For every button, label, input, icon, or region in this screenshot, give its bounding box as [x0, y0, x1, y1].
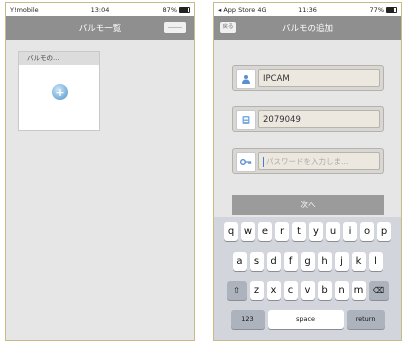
add-device-screen: ◂ App Store 4G 11:36 77% 戻る バルモの追加 IPCAM — [213, 2, 402, 341]
key-r[interactable]: r — [275, 222, 289, 241]
key-s[interactable]: s — [249, 252, 264, 271]
return-key[interactable]: return — [346, 310, 385, 329]
password-placeholder: パスワードを入力しま… — [266, 157, 349, 166]
keyboard-row-1: q w e r t y u i o p — [214, 222, 401, 241]
numbers-key[interactable]: 123 — [230, 310, 265, 329]
id-card-icon — [236, 110, 256, 130]
battery-percent: 77% — [369, 5, 384, 14]
key-b[interactable]: b — [317, 281, 332, 300]
key-c[interactable]: c — [283, 281, 298, 300]
key-h[interactable]: h — [317, 252, 332, 271]
key-x[interactable]: x — [266, 281, 281, 300]
key-j[interactable]: j — [334, 252, 349, 271]
keyboard-row-3: ⇧ z x c v b n m ⌫ — [214, 281, 401, 300]
key-o[interactable]: o — [360, 222, 374, 241]
on-screen-keyboard: q w e r t y u i o p a s d f g h j k l ⇧ … — [214, 217, 401, 340]
key-n[interactable]: n — [334, 281, 349, 300]
shift-icon[interactable]: ⇧ — [226, 281, 247, 300]
key-l[interactable]: l — [368, 252, 383, 271]
device-card-title: バルモの… — [19, 52, 99, 65]
key-m[interactable]: m — [351, 281, 366, 300]
device-name-input[interactable]: IPCAM — [258, 69, 380, 87]
battery-icon — [179, 6, 190, 13]
password-input[interactable]: パスワードを入力しま… — [258, 152, 380, 170]
key-i[interactable]: i — [343, 222, 357, 241]
user-icon — [236, 69, 256, 89]
page-title: バルモの追加 — [281, 24, 333, 34]
key-g[interactable]: g — [300, 252, 315, 271]
password-field: パスワードを入力しま… — [232, 148, 384, 174]
device-id-field: 2079049 — [232, 106, 384, 132]
key-d[interactable]: d — [266, 252, 281, 271]
key-u[interactable]: u — [326, 222, 340, 241]
status-bar: Y!mobile 13:04 87% — [6, 3, 194, 16]
navigation-bar: バルモ一覧 — [6, 16, 194, 40]
key-y[interactable]: y — [309, 222, 323, 241]
plus-circle-icon[interactable]: + — [52, 84, 68, 100]
carrier-label: Y!mobile — [10, 5, 39, 14]
key-z[interactable]: z — [249, 281, 264, 300]
key-k[interactable]: k — [351, 252, 366, 271]
menu-button[interactable] — [164, 22, 186, 33]
page-title: バルモ一覧 — [78, 24, 122, 34]
key-p[interactable]: p — [377, 222, 391, 241]
battery-percent: 87% — [162, 5, 177, 14]
key-a[interactable]: a — [232, 252, 247, 271]
key-t[interactable]: t — [292, 222, 306, 241]
keyboard-row-4: 123 space return — [214, 310, 401, 329]
key-w[interactable]: w — [241, 222, 255, 241]
back-button[interactable]: 戻る — [220, 22, 236, 33]
network-label: 4G — [257, 5, 267, 14]
key-icon — [236, 152, 256, 172]
device-list-screen: Y!mobile 13:04 87% バルモ一覧 バルモの… + — [5, 2, 195, 341]
navigation-bar: 戻る バルモの追加 — [214, 16, 401, 40]
device-name-field: IPCAM — [232, 65, 384, 91]
device-card[interactable]: バルモの… + — [18, 51, 100, 131]
status-bar: ◂ App Store 4G 11:36 77% — [214, 3, 401, 16]
space-key[interactable]: space — [267, 310, 344, 329]
key-f[interactable]: f — [283, 252, 298, 271]
next-button[interactable]: 次へ — [232, 195, 384, 215]
key-v[interactable]: v — [300, 281, 315, 300]
battery-icon — [386, 6, 397, 13]
device-id-input[interactable]: 2079049 — [258, 110, 380, 128]
key-q[interactable]: q — [224, 222, 238, 241]
key-e[interactable]: e — [258, 222, 272, 241]
delete-icon[interactable]: ⌫ — [368, 281, 389, 300]
back-to-app-link[interactable]: ◂ App Store — [218, 6, 255, 14]
keyboard-row-2: a s d f g h j k l — [214, 252, 401, 271]
